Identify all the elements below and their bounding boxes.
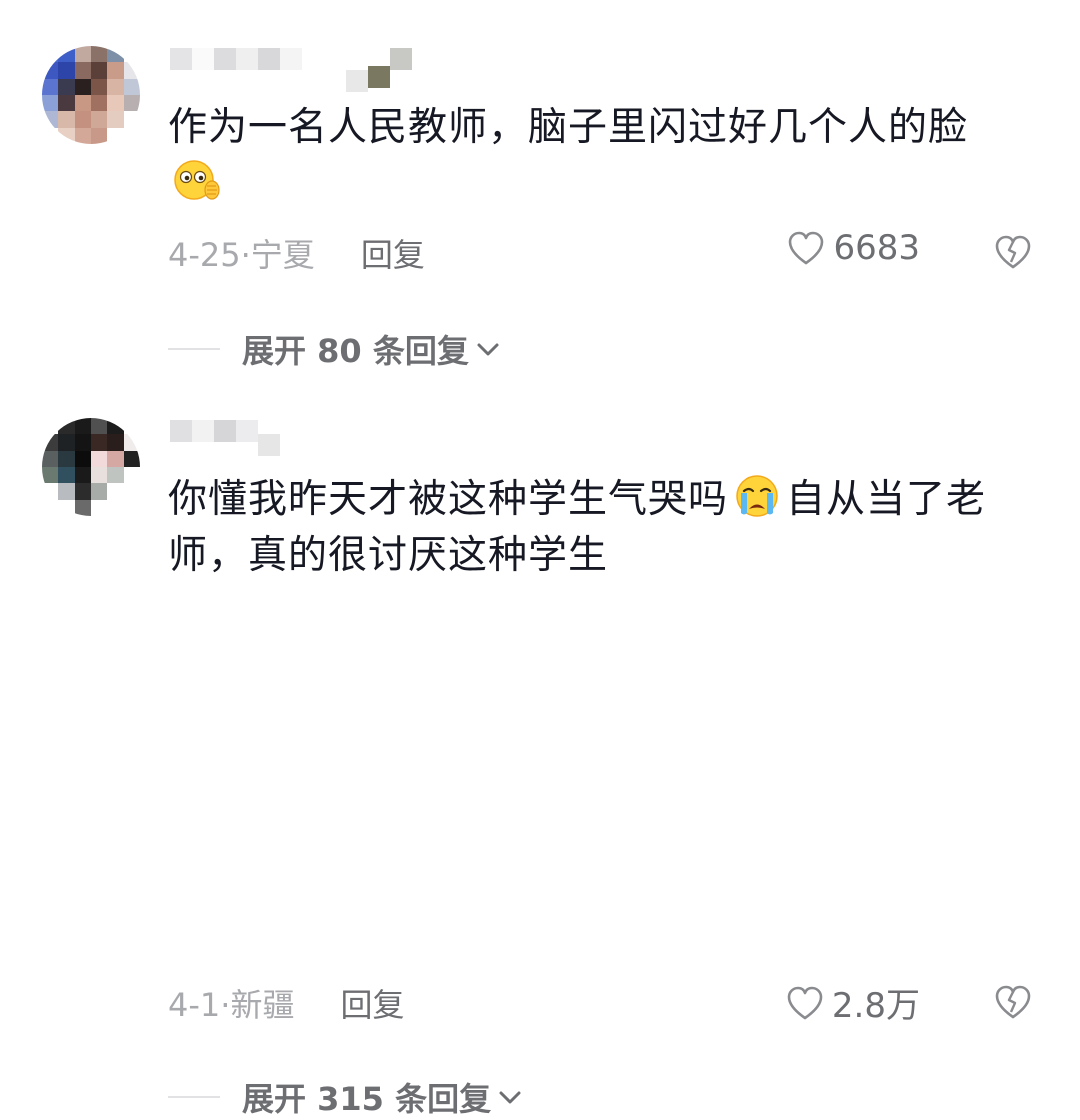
expand-replies-button[interactable]: 展开 80 条回复 (168, 326, 501, 372)
comment-text: 作为一名人民教师，脑子里闪过好几个人的脸 (168, 100, 1048, 212)
date-location: 4-1·新疆 (168, 986, 295, 1024)
comment-item: 作为一名人民教师，脑子里闪过好几个人的脸 4-25·宁夏 回复 6683 展开 … (0, 0, 1080, 380)
comment-item: 你懂我昨天才被这种学生气哭吗 自从当了老师，真的很讨厌这种学生 4-1·新疆 回… (0, 372, 1080, 1118)
avatar[interactable] (42, 46, 140, 144)
username[interactable] (170, 420, 280, 464)
like-count: 2.8万 (831, 986, 920, 1026)
chevron-down-icon (499, 1091, 521, 1104)
chevron-down-icon (477, 343, 499, 356)
username[interactable] (170, 48, 412, 92)
date-location: 4-25·宁夏 (168, 236, 315, 274)
expand-replies-button[interactable]: 展开 315 条回复 (168, 1074, 523, 1120)
broken-heart-icon[interactable] (994, 234, 1032, 270)
comment-body: 你懂我昨天才被这种学生气哭吗 (168, 477, 729, 522)
expand-replies-label: 展开 80 条回复 (242, 332, 469, 370)
divider-line (168, 1096, 220, 1098)
comment-body: 作为一名人民教师，脑子里闪过好几个人的脸 (168, 105, 969, 150)
comment-text: 你懂我昨天才被这种学生气哭吗 自从当了老师，真的很讨厌这种学生 (168, 472, 1048, 584)
heart-icon[interactable] (787, 230, 825, 266)
crying-face-emoji-icon (736, 475, 778, 517)
broken-heart-icon[interactable] (994, 984, 1032, 1020)
expand-replies-label: 展开 315 条回复 (242, 1080, 492, 1118)
comment-meta: 4-1·新疆 回复 (168, 980, 404, 1026)
thinking-face-emoji-icon (174, 160, 220, 200)
reply-button[interactable]: 回复 (340, 980, 404, 1026)
reply-button[interactable]: 回复 (361, 230, 425, 276)
avatar[interactable] (42, 418, 140, 516)
like-button[interactable]: 2.8万 (786, 978, 920, 1027)
like-count: 6683 (833, 228, 920, 268)
comment-meta: 4-25·宁夏 回复 (168, 230, 425, 276)
heart-icon[interactable] (786, 985, 824, 1021)
like-button[interactable]: 6683 (787, 228, 920, 268)
divider-line (168, 348, 220, 350)
